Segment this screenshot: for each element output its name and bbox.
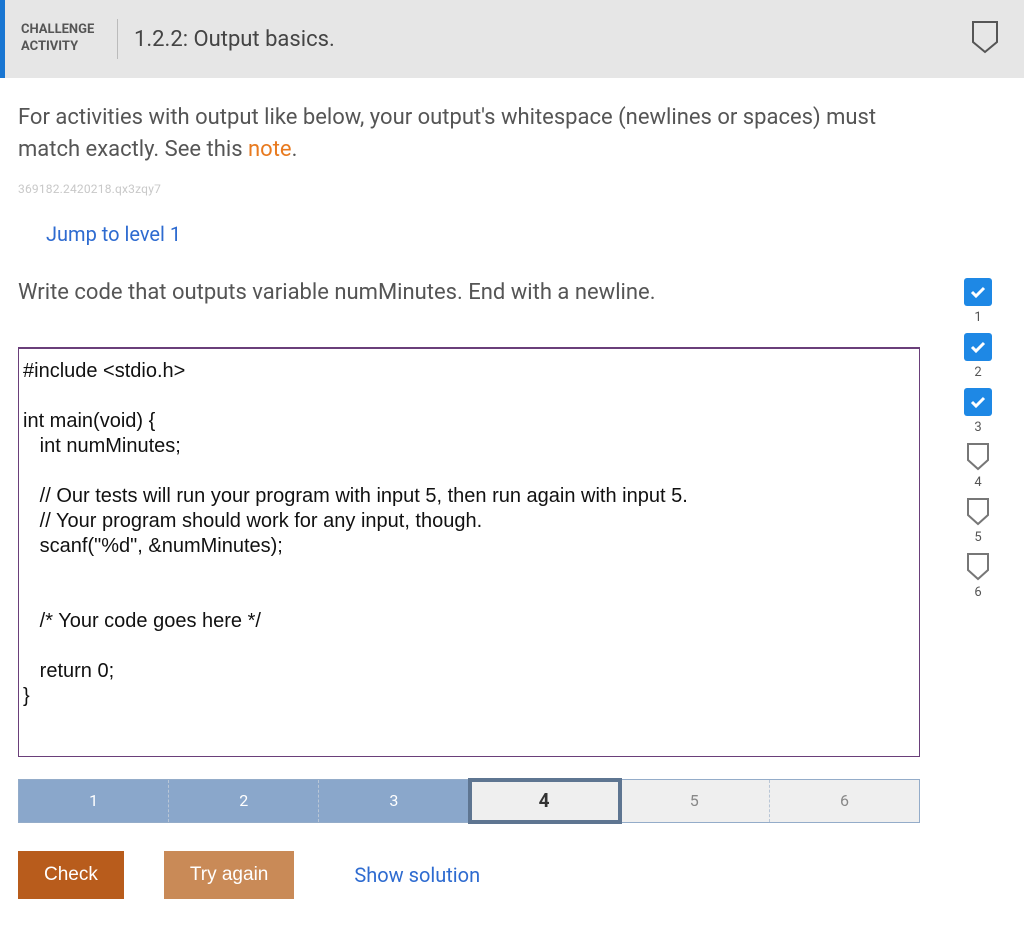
track-item-3[interactable]: 3 (964, 388, 992, 435)
id-string: 369182.2420218.qx3zqy7 (18, 182, 1006, 196)
pocket-icon[interactable] (964, 443, 992, 471)
level-tab-4[interactable]: 4 (470, 780, 620, 822)
track-item-1[interactable]: 1 (964, 278, 992, 325)
check-icon[interactable] (964, 388, 992, 416)
code-editor[interactable]: #include <stdio.h> int main(void) { int … (18, 347, 920, 757)
activity-type-label: CHALLENGE ACTIVITY (21, 22, 103, 56)
track-num: 2 (974, 365, 981, 380)
track-num: 4 (974, 475, 981, 490)
level-nav: 123456 (18, 779, 920, 823)
prompt-text: Write code that outputs variable numMinu… (18, 280, 908, 305)
level-tab-3[interactable]: 3 (319, 780, 469, 822)
intro-part2: . (292, 137, 298, 162)
track-item-4[interactable]: 4 (964, 443, 992, 490)
track-item-5[interactable]: 5 (964, 498, 992, 545)
check-button[interactable]: Check (18, 851, 124, 899)
jump-to-level-link[interactable]: Jump to level 1 (46, 222, 181, 246)
note-link[interactable]: note (248, 137, 292, 162)
header-divider (117, 19, 118, 59)
pocket-icon[interactable] (964, 498, 992, 526)
label-line2: ACTIVITY (21, 39, 78, 54)
activity-title: 1.2.2: Output basics. (134, 27, 335, 52)
track-num: 3 (974, 420, 981, 435)
level-tab-1[interactable]: 1 (19, 780, 169, 822)
intro-text: For activities with output like below, y… (18, 102, 878, 166)
track-num: 6 (974, 585, 981, 600)
level-tab-6[interactable]: 6 (770, 780, 919, 822)
level-tab-2[interactable]: 2 (169, 780, 319, 822)
pocket-icon[interactable] (970, 20, 1000, 58)
intro-part1: For activities with output like below, y… (18, 105, 876, 162)
show-solution-link[interactable]: Show solution (354, 863, 480, 887)
check-icon[interactable] (964, 333, 992, 361)
pocket-icon[interactable] (964, 553, 992, 581)
track-item-2[interactable]: 2 (964, 333, 992, 380)
activity-header: CHALLENGE ACTIVITY 1.2.2: Output basics. (0, 0, 1024, 78)
level-tab-5[interactable]: 5 (620, 780, 770, 822)
try-again-button[interactable]: Try again (164, 851, 295, 899)
track-num: 5 (974, 530, 981, 545)
label-line1: CHALLENGE (21, 22, 94, 37)
track-num: 1 (974, 310, 981, 325)
check-icon[interactable] (964, 278, 992, 306)
action-bar: Check Try again Show solution (18, 851, 1006, 899)
track-item-6[interactable]: 6 (964, 553, 992, 600)
side-progress-track: 1 2 3 4 5 6 (964, 278, 992, 600)
